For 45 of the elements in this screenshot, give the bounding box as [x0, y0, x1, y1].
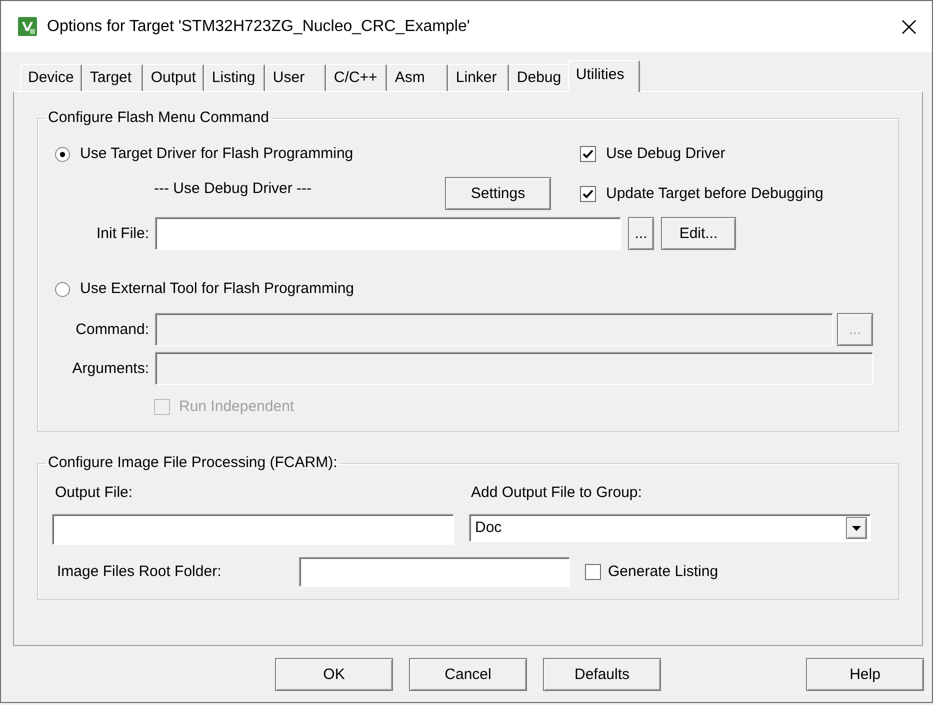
radio-button[interactable] [55, 146, 70, 162]
field-label: Command: [74, 320, 149, 338]
input-field[interactable] [52, 514, 454, 545]
checkbox-label[interactable]: Update Target before Debugging [606, 184, 824, 202]
checkbox-label[interactable]: Use Debug Driver [606, 145, 726, 163]
dialog-button[interactable]: Defaults [543, 658, 661, 691]
tab[interactable]: Asm [386, 64, 448, 91]
tab[interactable]: Debug [508, 64, 570, 91]
group-title: Configure Image File Processing (FCARM): [47, 454, 338, 472]
field-label: Arguments: [71, 360, 149, 378]
checkbox-label[interactable]: Generate Listing [608, 563, 718, 581]
dialog-button[interactable]: Help [806, 658, 924, 691]
dropdown[interactable]: Doc [469, 514, 871, 542]
tab[interactable]: Target [82, 64, 143, 91]
close-icon [902, 20, 916, 34]
dropdown-button[interactable] [846, 517, 867, 539]
field-label: Init File: [95, 224, 149, 242]
tab[interactable]: C/C++ [326, 64, 387, 91]
radio-label[interactable]: Use External Tool for Flash Programming [80, 280, 354, 298]
radio-button[interactable] [55, 282, 70, 296]
input-field[interactable] [155, 217, 621, 250]
group-title: Configure Flash Menu Command [47, 109, 270, 127]
browse-button[interactable]: ... [628, 217, 654, 250]
tab[interactable]: Output [142, 64, 204, 91]
checkbox[interactable] [580, 186, 596, 202]
field-label: Output File: [55, 484, 134, 502]
tab[interactable]: Utilities [568, 60, 640, 92]
tab[interactable]: Linker [448, 64, 509, 91]
input-field[interactable] [299, 557, 570, 587]
tab[interactable]: User [264, 64, 326, 91]
tab[interactable]: Listing [204, 64, 265, 91]
window-title: Options for Target 'STM32H723ZG_Nucleo_CRC_Example' [47, 18, 470, 36]
app-icon [18, 17, 37, 36]
dialog-button[interactable]: OK [275, 658, 393, 691]
caret-icon [852, 526, 861, 530]
field-label: Add Output File to Group: [471, 484, 642, 502]
radio-label[interactable]: Use Target Driver for Flash Programming [80, 145, 354, 163]
checkbox[interactable] [580, 146, 596, 162]
checkbox[interactable] [585, 564, 601, 580]
dialog-button[interactable]: Cancel [409, 658, 527, 691]
driver-note: --- Use Debug Driver --- [154, 180, 313, 198]
edit-button[interactable]: Edit... [661, 217, 736, 250]
tab[interactable]: Device [20, 64, 82, 91]
settings-button[interactable]: Settings [445, 177, 551, 210]
field-label: Image Files Root Folder: [57, 563, 222, 581]
